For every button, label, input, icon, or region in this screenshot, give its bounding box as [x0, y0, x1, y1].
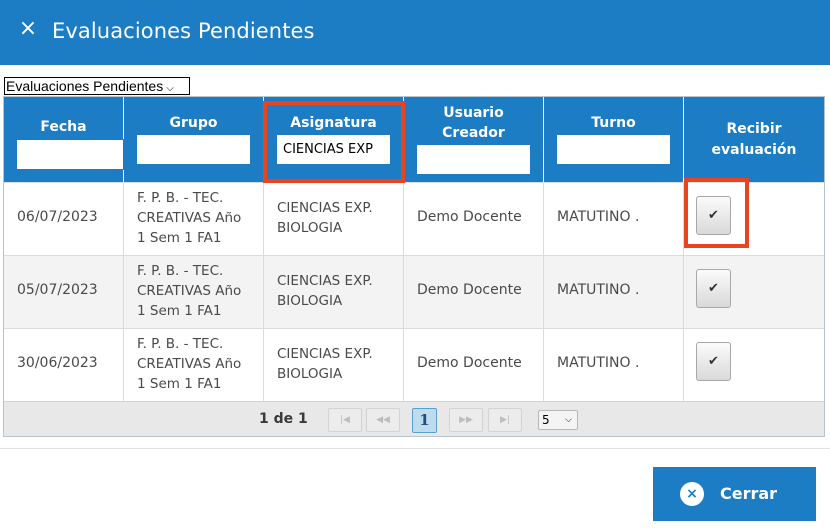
fecha-filter-input[interactable] [16, 139, 124, 170]
fecha-cell: 05/07/2023 [4, 256, 124, 328]
fecha-value: 06/07/2023 [17, 209, 98, 225]
asignatura-line1: CIENCIAS EXP. [277, 273, 373, 289]
asignatura-line2: BIOLOGIA [277, 293, 343, 309]
column-header-grupo[interactable]: Grupo [124, 97, 264, 182]
turno-value: MATUTINO . [557, 209, 640, 225]
turno-value: MATUTINO . [557, 282, 640, 298]
column-label-fecha: Fecha [40, 119, 87, 135]
check-icon: ✔ [708, 354, 719, 369]
grupo-line3: 1 Sem 1 FA1 [137, 376, 222, 392]
evaluations-grid: Fecha Grupo Asignatura Usuario Creador T… [3, 96, 825, 437]
turno-cell: MATUTINO . [544, 329, 684, 401]
usuario-value: Demo Docente [417, 355, 522, 371]
asignatura-line1: CIENCIAS EXP. [277, 346, 373, 362]
view-select[interactable]: Evaluaciones Pendientes ⌵ [4, 77, 190, 95]
highlight-asignatura-filter [263, 101, 405, 183]
highlight-receive-button [684, 178, 749, 248]
table-row: 30/06/2023 F. P. B. - TEC. CREATIVAS Año… [4, 328, 824, 401]
close-button-label: Cerrar [720, 484, 778, 503]
turno-filter-input[interactable] [556, 134, 671, 165]
footer-divider [0, 448, 830, 449]
close-circle-icon: × [680, 482, 704, 506]
column-label-grupo: Grupo [169, 115, 218, 131]
fecha-value: 30/06/2023 [17, 355, 98, 371]
column-header-recibir: Recibir evaluación [684, 97, 824, 182]
receive-evaluation-button[interactable]: ✔ [696, 342, 731, 381]
page-size-value: 5 [542, 413, 550, 427]
column-label-usuario-line2: Creador [442, 125, 505, 141]
grupo-line1: F. P. B. - TEC. [137, 336, 224, 352]
chevron-down-icon: ⌵ [565, 415, 572, 425]
column-header-fecha[interactable]: Fecha [4, 97, 124, 182]
turno-value: MATUTINO . [557, 355, 640, 371]
page-size-select[interactable]: 5 ⌵ [538, 410, 578, 430]
grupo-line1: F. P. B. - TEC. [137, 190, 224, 206]
column-header-turno[interactable]: Turno [544, 97, 684, 182]
grupo-cell: F. P. B. - TEC. CREATIVAS Año 1 Sem 1 FA… [124, 183, 264, 255]
last-page-icon[interactable]: ▶| [488, 408, 522, 432]
current-page-button[interactable]: 1 [412, 408, 437, 433]
close-icon[interactable]: × [18, 14, 38, 44]
usuario-value: Demo Docente [417, 282, 522, 298]
close-button[interactable]: × Cerrar [653, 467, 816, 521]
first-page-icon[interactable]: |◀ [328, 408, 362, 432]
column-label-usuario-line1: Usuario [443, 105, 504, 121]
view-select-value: Evaluaciones Pendientes [6, 78, 164, 94]
prev-page-icon[interactable]: ◀◀ [366, 408, 400, 432]
turno-cell: MATUTINO . [544, 183, 684, 255]
asignatura-cell: CIENCIAS EXP. BIOLOGIA [264, 329, 404, 401]
pager: 1 de 1 |◀ ◀◀ 1 ▶▶ ▶| 5 ⌵ [4, 401, 824, 436]
check-icon: ✔ [708, 281, 719, 296]
asignatura-line1: CIENCIAS EXP. [277, 200, 373, 216]
page-info: 1 de 1 [259, 411, 308, 427]
turno-cell: MATUTINO . [544, 256, 684, 328]
column-label-recibir-line2: evaluación [711, 142, 797, 158]
usuario-filter-input[interactable] [416, 144, 531, 175]
asignatura-cell: CIENCIAS EXP. BIOLOGIA [264, 256, 404, 328]
chevron-down-icon: ⌵ [166, 83, 174, 94]
fecha-cell: 06/07/2023 [4, 183, 124, 255]
table-row: 05/07/2023 F. P. B. - TEC. CREATIVAS Año… [4, 255, 824, 328]
grupo-line2: CREATIVAS Año [137, 283, 242, 299]
column-label-turno: Turno [591, 115, 636, 131]
grid-header: Fecha Grupo Asignatura Usuario Creador T… [4, 97, 824, 182]
title-bar: × Evaluaciones Pendientes [0, 0, 830, 65]
recibir-cell: ✔ [684, 256, 824, 328]
asignatura-cell: CIENCIAS EXP. BIOLOGIA [264, 183, 404, 255]
usuario-cell: Demo Docente [404, 329, 544, 401]
next-page-icon[interactable]: ▶▶ [449, 408, 483, 432]
column-header-usuario[interactable]: Usuario Creador [404, 97, 544, 182]
grupo-line3: 1 Sem 1 FA1 [137, 303, 222, 319]
column-label-recibir-line1: Recibir [726, 121, 782, 137]
grupo-line2: CREATIVAS Año [137, 356, 242, 372]
grupo-cell: F. P. B. - TEC. CREATIVAS Año 1 Sem 1 FA… [124, 256, 264, 328]
usuario-value: Demo Docente [417, 209, 522, 225]
asignatura-line2: BIOLOGIA [277, 220, 343, 236]
recibir-cell: ✔ [684, 329, 824, 401]
asignatura-line2: BIOLOGIA [277, 366, 343, 382]
usuario-cell: Demo Docente [404, 183, 544, 255]
usuario-cell: Demo Docente [404, 256, 544, 328]
grupo-line3: 1 Sem 1 FA1 [137, 230, 222, 246]
grupo-line2: CREATIVAS Año [137, 210, 242, 226]
receive-evaluation-button[interactable]: ✔ [696, 269, 731, 308]
fecha-cell: 30/06/2023 [4, 329, 124, 401]
window-title: Evaluaciones Pendientes [52, 19, 315, 43]
fecha-value: 05/07/2023 [17, 282, 98, 298]
grupo-line1: F. P. B. - TEC. [137, 263, 224, 279]
grupo-filter-input[interactable] [136, 134, 251, 165]
grupo-cell: F. P. B. - TEC. CREATIVAS Año 1 Sem 1 FA… [124, 329, 264, 401]
